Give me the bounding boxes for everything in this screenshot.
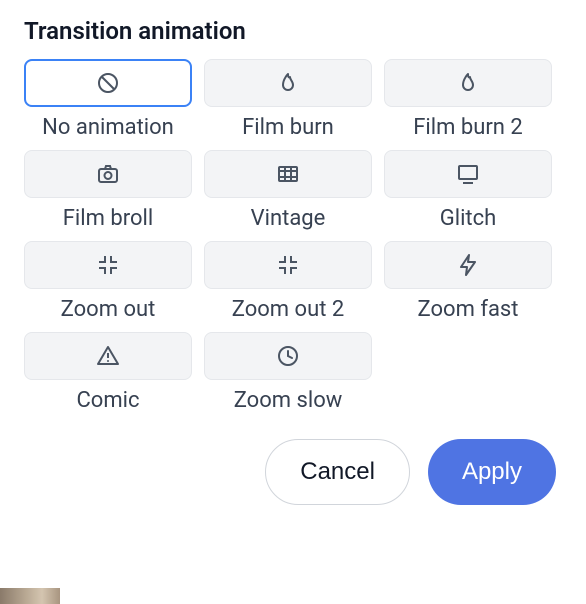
- monitor-icon: [456, 162, 480, 186]
- fire-icon: [276, 71, 300, 95]
- tile-label-zoom-slow: Zoom slow: [234, 388, 343, 413]
- tile-comic: Comic: [24, 332, 192, 413]
- tile-label-glitch: Glitch: [440, 206, 497, 231]
- minimize-icon: [276, 253, 300, 277]
- tile-button-film-burn[interactable]: [204, 59, 372, 107]
- thumbnail-strip: [0, 588, 60, 604]
- camera-icon: [96, 162, 120, 186]
- tile-button-zoom-out[interactable]: [24, 241, 192, 289]
- tile-label-comic: Comic: [76, 388, 139, 413]
- minimize-icon: [96, 253, 120, 277]
- tile-button-film-broll[interactable]: [24, 150, 192, 198]
- tile-button-film-burn-2[interactable]: [384, 59, 552, 107]
- tile-button-vintage[interactable]: [204, 150, 372, 198]
- tile-button-zoom-slow[interactable]: [204, 332, 372, 380]
- tile-button-glitch[interactable]: [384, 150, 552, 198]
- tile-button-zoom-fast[interactable]: [384, 241, 552, 289]
- fire-icon: [456, 71, 480, 95]
- animation-grid: No animation Film burn Film burn 2 Film bro…: [24, 59, 562, 413]
- film-icon: [276, 162, 300, 186]
- tile-vintage: Vintage: [204, 150, 372, 231]
- tile-label-film-broll: Film broll: [63, 206, 153, 231]
- transition-animation-heading: Transition animation: [24, 17, 562, 45]
- ban-icon: [96, 71, 120, 95]
- tile-label-zoom-fast: Zoom fast: [418, 297, 519, 322]
- cancel-button[interactable]: Cancel: [265, 439, 410, 505]
- warning-icon: [96, 344, 120, 368]
- tile-no-animation: No animation: [24, 59, 192, 140]
- clock-icon: [276, 344, 300, 368]
- tile-zoom-slow: Zoom slow: [204, 332, 372, 413]
- tile-label-film-burn: Film burn: [242, 115, 334, 140]
- tile-film-broll: Film broll: [24, 150, 192, 231]
- tile-zoom-out-2: Zoom out 2: [204, 241, 372, 322]
- tile-film-burn: Film burn: [204, 59, 372, 140]
- bolt-icon: [456, 253, 480, 277]
- tile-zoom-fast: Zoom fast: [384, 241, 552, 322]
- tile-label-zoom-out-2: Zoom out 2: [232, 297, 345, 322]
- tile-label-film-burn-2: Film burn 2: [413, 115, 523, 140]
- tile-button-no-animation[interactable]: [24, 59, 192, 107]
- tile-film-burn-2: Film burn 2: [384, 59, 552, 140]
- tile-zoom-out: Zoom out: [24, 241, 192, 322]
- tile-label-zoom-out: Zoom out: [61, 297, 156, 322]
- tile-label-no-animation: No animation: [42, 115, 174, 140]
- dialog-actions: Cancel Apply: [24, 439, 562, 505]
- tile-glitch: Glitch: [384, 150, 552, 231]
- tile-button-zoom-out-2[interactable]: [204, 241, 372, 289]
- apply-button[interactable]: Apply: [428, 439, 556, 505]
- tile-label-vintage: Vintage: [251, 206, 326, 231]
- tile-button-comic[interactable]: [24, 332, 192, 380]
